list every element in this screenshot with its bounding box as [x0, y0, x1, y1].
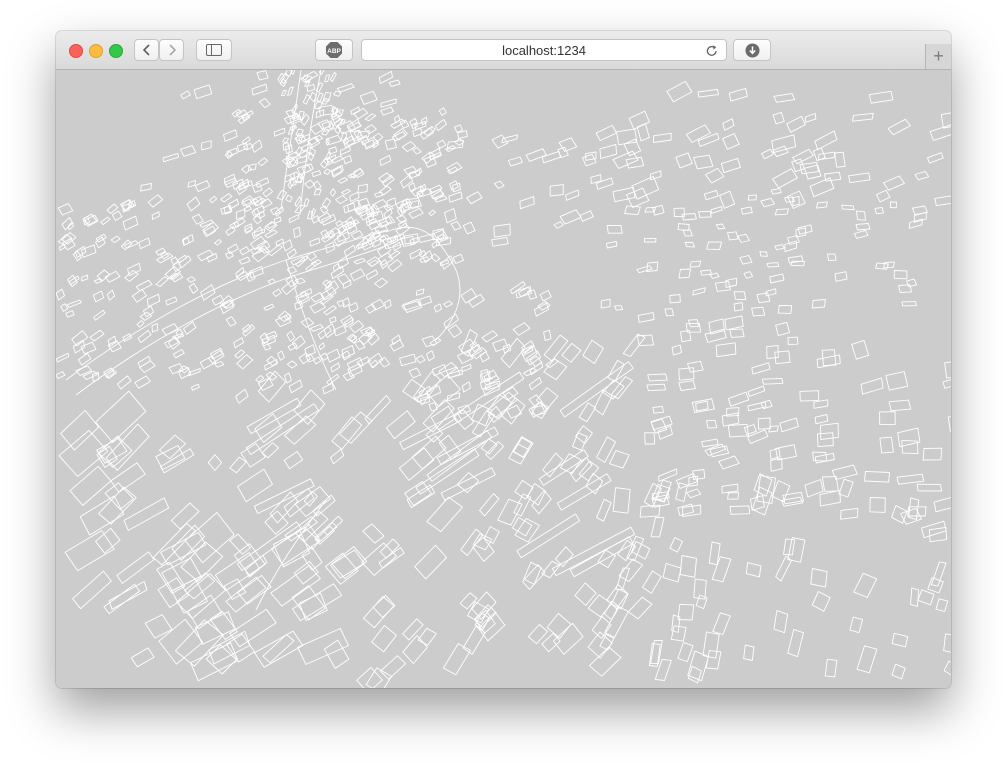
reload-icon[interactable]: [706, 44, 718, 57]
chevron-left-icon: [142, 44, 150, 56]
map-viewport[interactable]: [56, 70, 951, 688]
sidebar-button[interactable]: [196, 39, 232, 61]
map-canvas[interactable]: [56, 70, 951, 688]
zoom-window-button[interactable]: [109, 44, 123, 58]
browser-window: ABP localhost:1234 +: [56, 31, 951, 688]
close-window-button[interactable]: [69, 44, 83, 58]
downloads-button[interactable]: [733, 39, 771, 61]
download-icon: [745, 43, 759, 57]
minimize-window-button[interactable]: [89, 44, 103, 58]
adblock-button[interactable]: ABP: [315, 39, 353, 61]
address-bar[interactable]: localhost:1234: [361, 39, 727, 61]
browser-toolbar: ABP localhost:1234 +: [56, 31, 951, 70]
new-tab-button[interactable]: +: [925, 44, 951, 69]
back-button[interactable]: [134, 39, 159, 61]
sidebar-icon: [206, 44, 222, 56]
plus-icon: +: [933, 46, 944, 66]
adblock-label: ABP: [327, 48, 341, 55]
forward-button[interactable]: [159, 39, 184, 61]
chevron-right-icon: [168, 44, 176, 56]
adblock-icon: ABP: [326, 42, 342, 58]
url-text: localhost:1234: [502, 42, 586, 58]
